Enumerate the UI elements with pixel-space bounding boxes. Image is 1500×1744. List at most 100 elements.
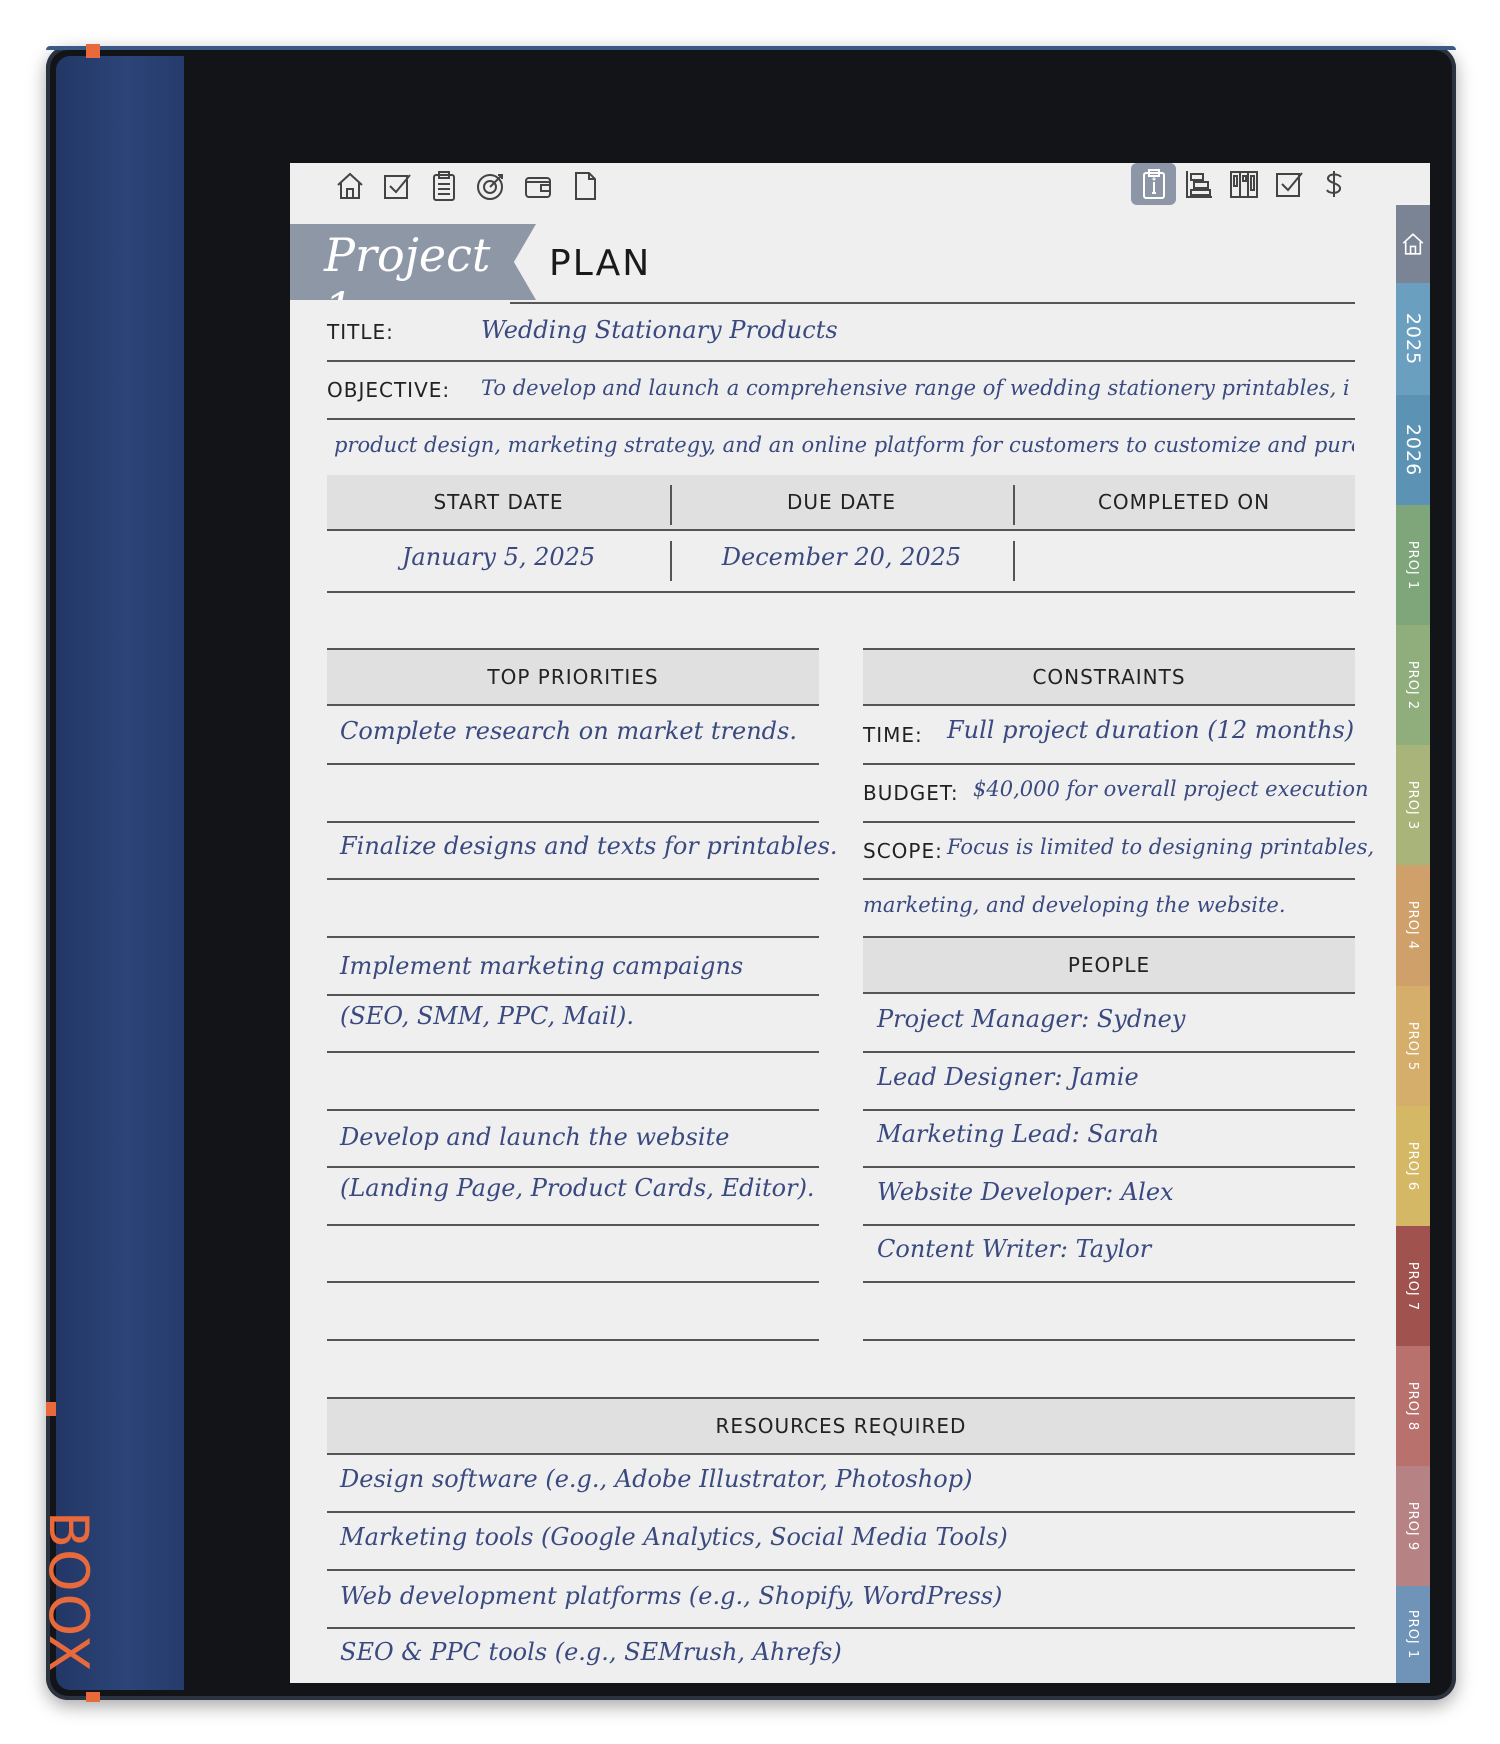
tab-proj-8[interactable]: PROJ 8	[1396, 1346, 1430, 1466]
cover-notch-mid	[46, 1402, 56, 1416]
divider	[863, 1051, 1355, 1053]
divider	[863, 821, 1355, 823]
e-reader-device: BOOX 2025 2026 PROJ 1 PROJ 2 PROJ 3 PROJ…	[37, 44, 1456, 1702]
scope-value-2[interactable]: marketing, and developing the website.	[863, 893, 1286, 917]
board-icon[interactable]	[1221, 163, 1266, 205]
tab-proj-6[interactable]: PROJ 6	[1396, 1106, 1430, 1226]
person-item[interactable]: Website Developer: Alex	[877, 1178, 1174, 1206]
divider	[327, 994, 819, 996]
budget-label: BUDGET:	[863, 781, 959, 805]
tab-2026[interactable]: 2026	[1396, 395, 1430, 505]
completed-on-label: COMPLETED ON	[1097, 490, 1271, 514]
tab-proj-4[interactable]: PROJ 4	[1396, 865, 1430, 986]
tab-proj-5[interactable]: PROJ 5	[1396, 986, 1430, 1106]
start-date-label: START DATE	[433, 490, 564, 514]
page-title: PLAN	[549, 243, 652, 284]
resource-item[interactable]: Design software (e.g., Adobe Illustrator…	[340, 1465, 972, 1493]
divider	[863, 878, 1355, 880]
person-item[interactable]: Lead Designer: Jamie	[877, 1063, 1139, 1091]
title-label: TITLE:	[327, 320, 394, 344]
tab-proj-1[interactable]: PROJ 1	[1396, 505, 1430, 625]
cover-notch-bottom	[86, 1692, 100, 1702]
cover-notch-top	[86, 44, 100, 58]
column-divider	[1013, 485, 1015, 525]
notebook-screen: 2025 2026 PROJ 1 PROJ 2 PROJ 3 PROJ 4 PR…	[290, 163, 1430, 1683]
column-divider	[670, 485, 672, 525]
person-item[interactable]: Marketing Lead: Sarah	[877, 1120, 1159, 1148]
budget-value[interactable]: $40,000 for overall project execution	[973, 777, 1369, 801]
column-divider	[1013, 541, 1015, 581]
clipboard-icon[interactable]	[426, 167, 462, 205]
person-item[interactable]: Project Manager: Sydney	[877, 1005, 1185, 1033]
divider	[327, 936, 819, 938]
time-value[interactable]: Full project duration (12 months)	[947, 716, 1354, 744]
priority-item[interactable]: Develop and launch the website	[340, 1123, 729, 1151]
toolbar-left	[332, 167, 603, 205]
resource-item[interactable]: Marketing tools (Google Analytics, Socia…	[340, 1523, 1008, 1551]
divider	[327, 1511, 1355, 1513]
divider	[863, 763, 1355, 765]
tab-proj-10[interactable]: PROJ 1	[1396, 1586, 1430, 1683]
priority-item[interactable]: Implement marketing campaigns	[340, 952, 743, 980]
divider	[863, 1339, 1355, 1341]
priority-item[interactable]: Finalize designs and texts for printable…	[340, 832, 838, 860]
scope-label: SCOPE:	[863, 839, 943, 863]
divider	[327, 1166, 819, 1168]
divider	[327, 1569, 1355, 1571]
checkbox-icon[interactable]	[379, 167, 415, 205]
objective-label: OBJECTIVE:	[327, 378, 451, 402]
page-icon[interactable]	[567, 167, 603, 205]
dollar-icon[interactable]	[1311, 163, 1356, 205]
divider	[863, 1224, 1355, 1226]
project-info-icon[interactable]	[1131, 163, 1176, 205]
divider	[327, 1281, 819, 1283]
device-top-edge	[46, 46, 1456, 50]
objective-line-2[interactable]: product design, marketing strategy, and …	[334, 433, 1354, 457]
people-header: PEOPLE	[863, 936, 1355, 994]
tab-home[interactable]	[1396, 205, 1430, 283]
home-icon[interactable]	[332, 167, 368, 205]
objective-line-1[interactable]: To develop and launch a comprehensive ra…	[481, 376, 1351, 400]
priority-item[interactable]: Complete research on market trends.	[340, 717, 797, 745]
tab-proj-9[interactable]: PROJ 9	[1396, 1466, 1430, 1586]
divider	[327, 1051, 819, 1053]
divider	[327, 1109, 819, 1111]
constraints-header: CONSTRAINTS	[863, 648, 1355, 706]
tab-proj-3[interactable]: PROJ 3	[1396, 745, 1430, 865]
tab-2025[interactable]: 2025	[1396, 283, 1430, 395]
priority-item[interactable]: (SEO, SMM, PPC, Mail).	[340, 1002, 634, 1030]
divider	[327, 360, 1355, 362]
project-banner: Project 1:	[290, 224, 536, 300]
title-value[interactable]: Wedding Stationary Products	[481, 316, 838, 344]
divider	[327, 1627, 1355, 1629]
resources-header: RESOURCES REQUIRED	[327, 1397, 1355, 1455]
top-priorities-header: TOP PRIORITIES	[327, 648, 819, 706]
divider	[327, 591, 1355, 593]
resource-item[interactable]: Web development platforms (e.g., Shopify…	[340, 1582, 1002, 1610]
divider	[327, 763, 819, 765]
resource-item[interactable]: SEO & PPC tools (e.g., SEMrush, Ahrefs)	[340, 1638, 842, 1666]
due-date-label: DUE DATE	[786, 490, 897, 514]
divider	[863, 1109, 1355, 1111]
divider	[327, 1224, 819, 1226]
timeline-icon[interactable]	[1176, 163, 1221, 205]
home-icon	[1402, 233, 1424, 255]
tasks-icon[interactable]	[1266, 163, 1311, 205]
due-date-value[interactable]: December 20, 2025	[670, 543, 1013, 571]
divider	[863, 1281, 1355, 1283]
person-item[interactable]: Content Writer: Taylor	[877, 1235, 1151, 1263]
divider	[327, 1339, 819, 1341]
scope-value[interactable]: Focus is limited to designing printables…	[947, 835, 1374, 859]
divider	[327, 418, 1355, 420]
start-date-value[interactable]: January 5, 2025	[327, 543, 670, 571]
tab-proj-7[interactable]: PROJ 7	[1396, 1226, 1430, 1346]
brand-logo: BOOX	[37, 1511, 100, 1674]
divider	[510, 302, 1355, 304]
divider	[327, 821, 819, 823]
divider	[863, 1166, 1355, 1168]
wallet-icon[interactable]	[520, 167, 556, 205]
priority-item[interactable]: (Landing Page, Product Cards, Editor).	[340, 1174, 815, 1202]
dates-header: START DATE DUE DATE COMPLETED ON	[327, 475, 1355, 531]
tab-proj-2[interactable]: PROJ 2	[1396, 625, 1430, 745]
goal-icon[interactable]	[473, 167, 509, 205]
